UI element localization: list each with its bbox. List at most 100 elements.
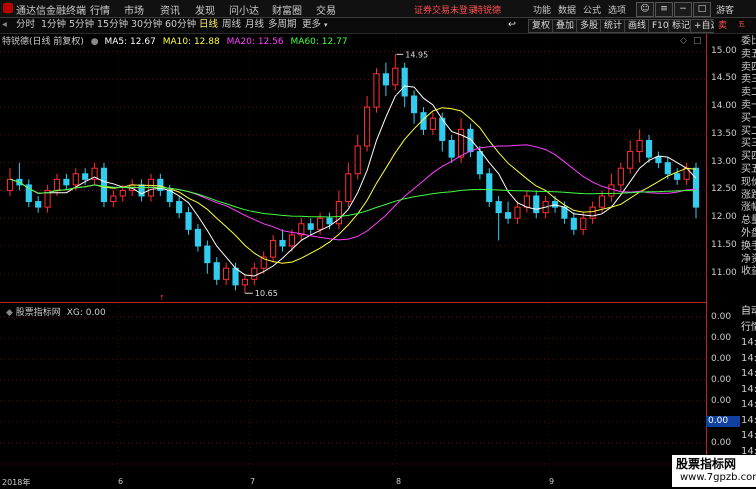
- menu-options[interactable]: 选项: [608, 3, 626, 16]
- candle-up: [364, 106, 371, 147]
- quote-field-label: 买一: [741, 112, 756, 124]
- quote-field-label: 总量: [741, 215, 756, 227]
- settings-icon[interactable]: ≡: [655, 2, 673, 17]
- chart-collapse-icon[interactable]: ◇: [680, 36, 687, 46]
- candle-up: [627, 151, 634, 169]
- indicator-tick-label: 0.00: [711, 312, 732, 322]
- candle-up: [354, 145, 361, 175]
- five-tab-icon[interactable]: 五: [738, 19, 745, 29]
- menu-function[interactable]: 功能: [533, 3, 551, 16]
- candle-down: [692, 167, 700, 208]
- candle-down: [467, 128, 474, 153]
- candle-down: [401, 67, 408, 97]
- candle-down: [486, 173, 493, 203]
- low-price-label: 10.65: [255, 289, 278, 298]
- candle-up: [514, 206, 521, 219]
- menu-data[interactable]: 数据: [558, 3, 576, 16]
- tab-1min[interactable]: 1分钟: [41, 18, 66, 32]
- candle-up: [598, 195, 606, 208]
- minimize-icon[interactable]: −: [674, 2, 692, 17]
- price-tick-label: 13.00: [711, 156, 737, 167]
- ma20-value: MA20: 12.56: [226, 37, 284, 47]
- candlestick-chart[interactable]: 14.95 10.65 ↑: [0, 34, 706, 302]
- menu-market[interactable]: 市场: [124, 2, 144, 17]
- menu-ask[interactable]: 问小达: [229, 2, 259, 17]
- sell-tab-icon[interactable]: 卖: [718, 18, 727, 31]
- x-label-9: 9: [549, 477, 555, 486]
- overlay-button[interactable]: 叠加: [552, 19, 579, 33]
- tick-time-label: 14:5: [741, 368, 756, 379]
- more-chevron-icon[interactable]: ▾: [324, 18, 328, 32]
- ma5-line: [9, 85, 697, 277]
- quote-field-label: 买五: [741, 164, 756, 175]
- tab-more[interactable]: 更多: [302, 18, 321, 32]
- indicator-tick-label: 0.00: [711, 375, 732, 385]
- candle-down: [448, 139, 455, 158]
- maximize-icon[interactable]: □: [693, 2, 711, 17]
- ma-toggle-icon[interactable]: ●: [91, 37, 99, 47]
- menu-wealth[interactable]: 财富圈: [272, 2, 302, 17]
- tab-monthly[interactable]: 月线: [245, 18, 264, 32]
- stock-title: 特锐德(日线 前复权): [2, 37, 84, 47]
- candle-up: [251, 267, 258, 280]
- tab-weekly[interactable]: 周线: [222, 18, 241, 32]
- candle-up: [457, 128, 465, 158]
- menu-trade[interactable]: 交易: [316, 2, 336, 17]
- tab-60min[interactable]: 60分钟: [165, 18, 196, 32]
- quote-panel: 委比卖五卖四卖三卖二卖一买一买二买三买四买五现价涨跌涨幅总量外盘换手净资收益自动…: [741, 34, 756, 488]
- candle-up: [636, 139, 643, 153]
- ma10-line: [9, 107, 697, 264]
- draw-line-button[interactable]: 画线: [624, 19, 651, 33]
- period-toolbar: ◂ 分时 1分钟 5分钟 15分钟 30分钟 60分钟 日线 周线 月线 多周期…: [0, 18, 724, 34]
- app-title: 通达信金融终端: [16, 6, 86, 17]
- quote-field-label: 现价: [741, 176, 756, 188]
- quote-field-label: 卖一: [741, 100, 756, 111]
- candle-down: [551, 201, 559, 208]
- price-tick-label: 15.00: [711, 45, 737, 56]
- menu-formula[interactable]: 公式: [583, 3, 601, 16]
- back-arrow-icon[interactable]: ↩: [508, 18, 516, 32]
- candle-down: [655, 156, 662, 164]
- chart-expand-icon[interactable]: □: [693, 36, 702, 46]
- user-guest[interactable]: 游客: [716, 3, 734, 16]
- indicator-collapse-icon[interactable]: ◆: [6, 308, 13, 318]
- candle-up: [53, 178, 61, 191]
- login-notice[interactable]: 证券交易未登录: [414, 3, 477, 16]
- candle-up: [110, 195, 117, 203]
- candle-up: [589, 206, 596, 219]
- menu-market-quotes[interactable]: 行情: [90, 2, 110, 17]
- toolbar-chevron-icon[interactable]: ◂: [2, 18, 7, 32]
- stats-button[interactable]: 统计: [600, 19, 627, 33]
- candle-down: [504, 212, 512, 219]
- indicator-current-value: 0.00: [706, 416, 740, 427]
- menu-discover[interactable]: 发现: [195, 2, 215, 17]
- high-price-label: 14.95: [405, 50, 428, 59]
- candle-down: [570, 217, 577, 230]
- candle-down: [232, 267, 239, 286]
- tab-multi-period[interactable]: 多周期: [268, 18, 297, 32]
- tab-5min[interactable]: 5分钟: [69, 18, 94, 32]
- watermark-url: www.7gpzb.com: [680, 472, 756, 483]
- tab-15min[interactable]: 15分钟: [97, 18, 128, 32]
- indicator-xg-value: XG: 0.00: [66, 308, 106, 318]
- candle-down: [326, 217, 333, 225]
- quote-field-label: 卖四: [741, 61, 756, 73]
- quote-field-label: 买二: [741, 125, 756, 137]
- user-icon[interactable]: ☺: [636, 2, 654, 17]
- quote-field-label: 买三: [741, 138, 756, 150]
- app-logo-icon: [3, 3, 13, 13]
- candle-up: [223, 267, 230, 280]
- multi-stock-button[interactable]: 多股: [576, 19, 603, 33]
- ma60-value: MA60: 12.77: [290, 37, 348, 47]
- tab-30min[interactable]: 30分钟: [131, 18, 162, 32]
- tick-time-label: 14:5: [741, 383, 756, 395]
- tab-timeshare[interactable]: 分时: [16, 18, 35, 32]
- quote-field-label: 委比: [741, 36, 756, 47]
- stock-name-top: 特锐德: [474, 6, 502, 16]
- indicator-chart[interactable]: [0, 303, 706, 478]
- adjust-button[interactable]: 复权: [528, 19, 555, 33]
- menu-news[interactable]: 资讯: [160, 2, 180, 17]
- tab-daily[interactable]: 日线: [199, 18, 218, 32]
- tick-time-label: 14:5: [741, 430, 756, 441]
- quote-field-label: 换手: [741, 240, 756, 252]
